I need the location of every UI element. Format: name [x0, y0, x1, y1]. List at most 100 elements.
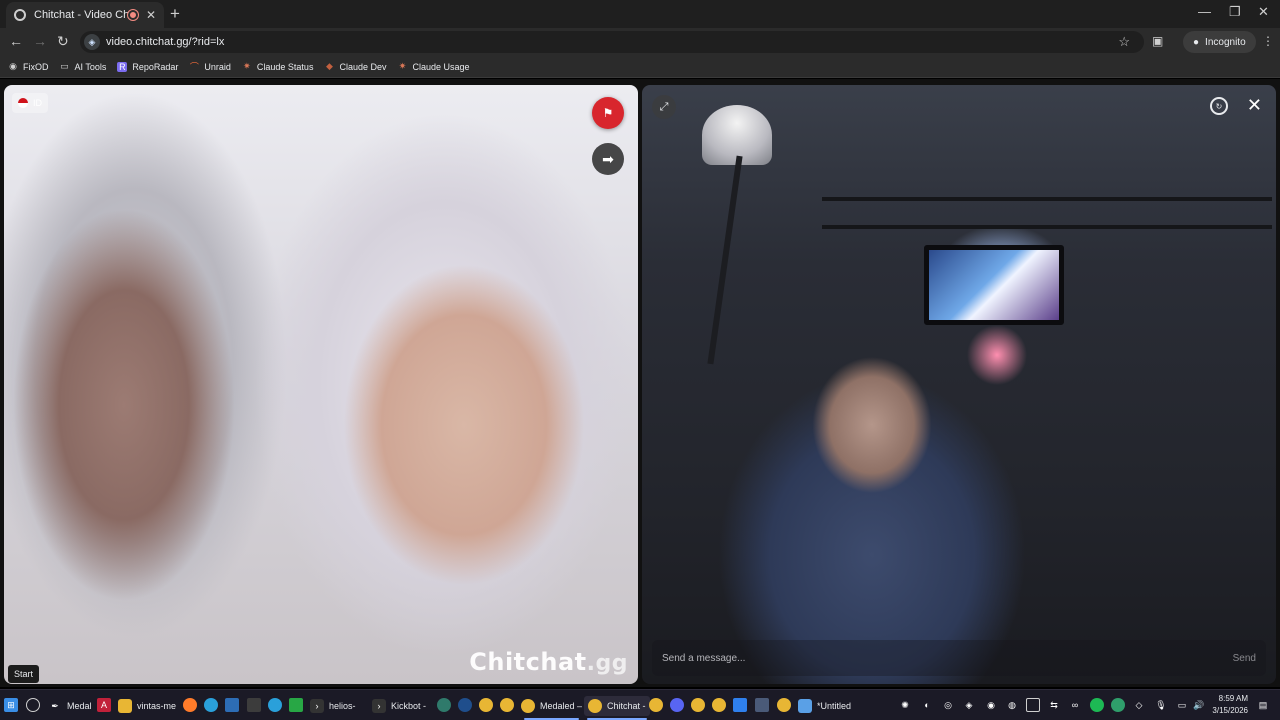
steam-icon[interactable] — [458, 698, 472, 712]
new-tab-button[interactable]: + — [170, 4, 180, 24]
bookmark-label: Claude Usage — [412, 61, 470, 72]
chrome-icon[interactable] — [712, 698, 726, 712]
bookmark-label: FixOD — [23, 61, 49, 72]
tray-icon[interactable]: ◎ — [941, 698, 955, 712]
taskbar-item-chitchat[interactable]: Chitchat - — [584, 696, 650, 720]
reporadar-icon: R — [117, 61, 128, 72]
tray-icon[interactable]: ◐ — [920, 698, 934, 712]
volume-icon[interactable]: 🔊 — [1192, 698, 1206, 712]
app-icon[interactable]: A — [97, 698, 111, 712]
app-icon[interactable] — [755, 698, 769, 712]
self-video: ⤢ ↻ ✕ Send — [642, 85, 1276, 684]
taskbar-label: Kickbot - — [391, 701, 427, 711]
chrome-icon[interactable] — [691, 698, 705, 712]
bookmark-label: Claude Status — [256, 61, 314, 72]
background-monitor — [924, 245, 1064, 325]
bookmark-claude-dev[interactable]: ◆ Claude Dev — [324, 61, 387, 72]
taskbar-item-medaled[interactable]: Medaled – — [521, 696, 583, 720]
taskbar-item-kickbot[interactable]: › Kickbot - — [372, 696, 426, 716]
bookmark-ai-tools[interactable]: ▭ AI Tools — [60, 61, 106, 72]
brand-name: Chitchat — [469, 648, 587, 676]
app-icon[interactable] — [289, 698, 303, 712]
lamp-arm — [707, 155, 743, 365]
reload-icon[interactable]: ↻ — [57, 33, 69, 50]
notifications-icon[interactable]: ▤ — [1256, 698, 1270, 712]
restore-icon[interactable]: ❐ — [1229, 4, 1241, 20]
side-panel-icon[interactable]: ▣ — [1152, 34, 1163, 48]
pip-icon[interactable]: ↻ — [1210, 97, 1228, 115]
discord-tray-icon[interactable]: ◉ — [984, 698, 998, 712]
firefox-icon[interactable] — [183, 698, 197, 712]
next-button[interactable]: ➡ — [592, 143, 624, 175]
app-icon[interactable] — [437, 698, 451, 712]
bookmark-fixod[interactable]: ◉ FixOD — [8, 61, 49, 72]
app-icon[interactable] — [204, 698, 218, 712]
tab-title: Chitchat - Video Chat — [34, 9, 128, 21]
telegram-icon[interactable] — [268, 698, 282, 712]
tray-icon[interactable]: ◇ — [1132, 698, 1146, 712]
chrome-icon — [588, 699, 602, 713]
close-window-icon[interactable]: ✕ — [1258, 4, 1269, 20]
search-icon[interactable] — [26, 698, 40, 712]
tray-icon[interactable] — [1026, 698, 1040, 712]
folder-icon — [118, 699, 132, 713]
terminal-icon: › — [372, 699, 386, 713]
shelf — [822, 197, 1272, 201]
incognito-badge[interactable]: ● Incognito — [1183, 31, 1256, 53]
tray-icon[interactable]: ◈ — [962, 698, 976, 712]
notepad-icon — [798, 699, 812, 713]
tray-icon[interactable]: ∞ — [1068, 698, 1082, 712]
browser-tab[interactable]: Chitchat - Video Chat ✕ — [6, 2, 164, 28]
forward-icon[interactable]: → — [33, 33, 47, 49]
fixod-icon: ◉ — [9, 61, 17, 71]
chrome-icon[interactable] — [479, 698, 493, 712]
close-video-icon[interactable]: ✕ — [1247, 95, 1262, 116]
message-input[interactable] — [662, 640, 1233, 676]
send-button[interactable]: Send — [1233, 653, 1256, 664]
bookmark-reporadar[interactable]: R RepoRadar — [117, 61, 178, 72]
bookmark-unraid[interactable]: ⌒ Unraid — [189, 62, 231, 73]
app-icon[interactable] — [247, 698, 261, 712]
url-text[interactable]: video.chitchat.gg/?rid=lx — [106, 36, 224, 48]
taskbar-item-medal[interactable]: ✒ Medal — [48, 696, 92, 716]
expand-icon[interactable]: ⤢ — [652, 95, 676, 119]
minimize-icon[interactable]: — — [1198, 4, 1211, 19]
indonesia-flag-icon — [18, 98, 28, 108]
site-info-icon[interactable]: ◈ — [84, 34, 100, 50]
tray-icon[interactable]: ✺ — [898, 698, 912, 712]
back-icon[interactable]: ← — [9, 33, 23, 49]
claude-icon: ✷ — [243, 61, 251, 71]
close-tab-icon[interactable]: ✕ — [146, 8, 156, 22]
chrome-icon[interactable] — [777, 698, 791, 712]
taskbar-item-helios[interactable]: › helios- — [310, 696, 356, 716]
bookmark-star-icon[interactable]: ☆ — [1118, 34, 1130, 50]
taskbar-label: Medaled – — [540, 701, 583, 711]
brand-tld: .gg — [586, 651, 628, 676]
menu-icon[interactable]: ⋮ — [1262, 34, 1274, 48]
network-icon[interactable]: ▭ — [1175, 698, 1189, 712]
report-button[interactable]: ⚑ — [592, 97, 624, 129]
chrome-icon[interactable] — [649, 698, 663, 712]
flag-icon: ⚑ — [602, 106, 614, 120]
microphone-icon[interactable]: 🎙 — [1154, 698, 1168, 712]
taskbar-item-notepad[interactable]: *Untitled — [798, 696, 851, 716]
tray-icon[interactable]: ⇆ — [1047, 698, 1061, 712]
system-clock[interactable]: 8:59 AM 3/15/2026 — [1212, 693, 1248, 717]
bookmark-claude-usage[interactable]: ✷ Claude Usage — [397, 61, 470, 72]
chrome-icon[interactable] — [500, 698, 514, 712]
taskbar-label: Medal — [67, 701, 92, 711]
windows-start-icon[interactable]: ⊞ — [4, 698, 18, 712]
app-icon[interactable] — [670, 698, 684, 712]
bookmark-claude-status[interactable]: ✷ Claude Status — [242, 61, 314, 72]
taskbar-label: *Untitled — [817, 701, 852, 711]
vscode-icon[interactable] — [733, 698, 747, 712]
spotify-tray-icon[interactable] — [1090, 698, 1104, 712]
incognito-icon: ● — [1193, 36, 1200, 48]
address-bar[interactable]: ◈ video.chitchat.gg/?rid=lx ☆ — [80, 31, 1144, 53]
video-chat-page: ID ⚑ ➡ Chitchat.gg Start ⤢ ↻ ✕ Send — [0, 79, 1280, 687]
tray-icon[interactable] — [1111, 698, 1125, 712]
app-icon[interactable] — [225, 698, 239, 712]
taskbar-item-explorer[interactable]: vintas-me — [118, 696, 176, 716]
bookmarks-bar: ◉ FixOD ▭ AI Tools R RepoRadar ⌒ Unraid … — [0, 56, 1280, 78]
steam-tray-icon[interactable]: ◍ — [1005, 698, 1019, 712]
